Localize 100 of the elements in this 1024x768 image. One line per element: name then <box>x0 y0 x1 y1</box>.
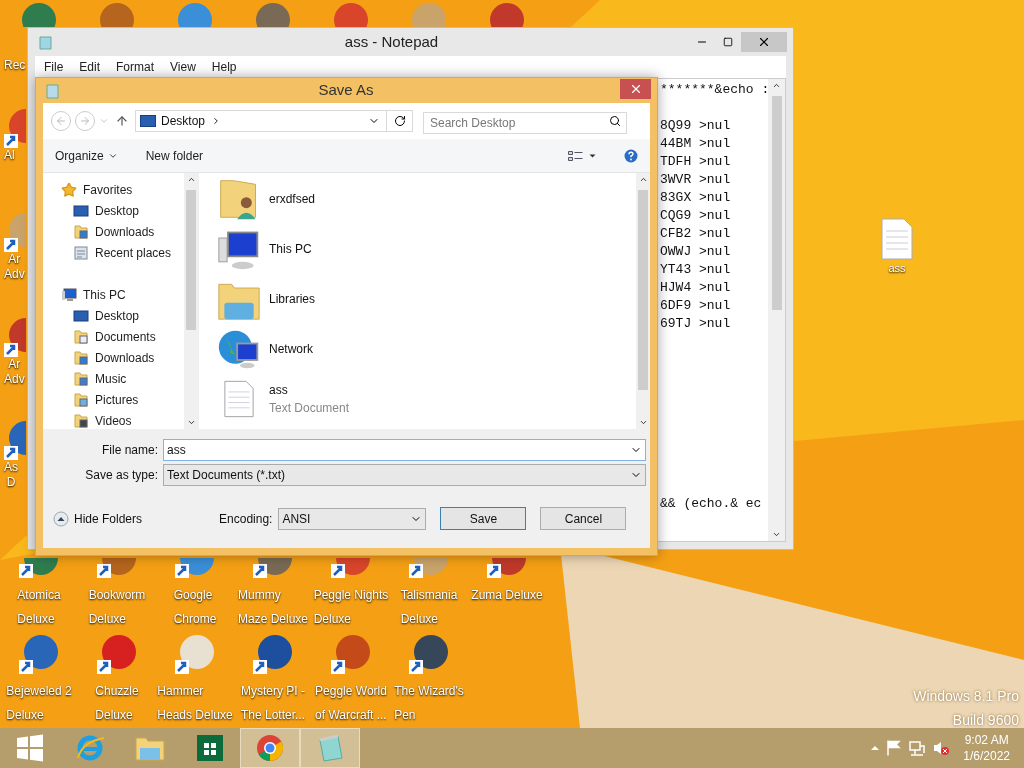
close-icon[interactable] <box>757 35 771 49</box>
file-name-field[interactable]: ass <box>163 438 646 461</box>
app-icon <box>256 3 290 27</box>
network-icon[interactable] <box>909 740 926 756</box>
desktop-icon-label: Peggle Nights Deluxe <box>313 588 389 626</box>
app-shortcut-icon <box>97 558 137 578</box>
app-shortcut-icon <box>175 558 215 578</box>
navigation-tree-item[interactable]: Pictures <box>73 389 139 410</box>
desktop-icon-label: Mummy Maze Deluxe <box>238 588 308 626</box>
address-bar[interactable]: Desktop <box>135 110 413 132</box>
navigation-tree-item[interactable]: This PC <box>61 284 126 305</box>
window-title: ass - Notepad <box>343 31 440 52</box>
field-label: File name: <box>100 441 159 459</box>
recent-places-icon <box>73 244 89 261</box>
close-button[interactable] <box>620 79 651 99</box>
menu-item[interactable]: View <box>163 58 203 76</box>
file-list-item[interactable]: Network <box>217 327 333 371</box>
text-line: CFB2 >nul <box>660 225 731 243</box>
shortcut-arrow-icon <box>4 108 26 148</box>
flag-icon[interactable] <box>887 740 902 756</box>
text-line: 6DF9 >nul <box>660 297 731 315</box>
hide-folders-button[interactable]: Hide Folders <box>53 509 143 528</box>
menu-item[interactable]: File <box>37 58 71 76</box>
navigation-tree-item[interactable]: Favorites <box>61 179 133 200</box>
navigation-tree-item[interactable]: Recent places <box>73 242 172 263</box>
app-shortcut-icon <box>487 558 527 578</box>
navigation-tree-item[interactable]: Downloads <box>73 221 155 242</box>
navigation-tree-item[interactable]: Downloads <box>73 347 155 368</box>
desktop-icon <box>73 204 89 217</box>
vertical-scrollbar[interactable] <box>184 173 198 429</box>
desktop-icon-label: Peggle World of Warcraft ... <box>315 684 387 722</box>
muted-speaker-icon[interactable] <box>933 741 950 755</box>
windows-logo-icon <box>15 733 45 763</box>
shortcut-arrow-icon <box>4 317 26 357</box>
app-icon <box>178 3 212 27</box>
dialog-title: Save As <box>317 80 375 101</box>
search-icon[interactable] <box>609 115 621 127</box>
desktop-icon-label: Zuma Deluxe <box>471 588 543 602</box>
app-shortcut-icon <box>331 634 371 674</box>
taskbar-button[interactable] <box>240 728 300 768</box>
desktop-icon-label: Google Chrome <box>173 588 217 626</box>
desktop-icon <box>73 309 89 322</box>
windows-version-text: Windows 8.1 Pro <box>913 687 1019 706</box>
menu-item[interactable]: Help <box>204 58 244 76</box>
navigation-tree-item[interactable]: Documents <box>73 326 156 347</box>
text-line: 3WVR >nul <box>660 171 731 189</box>
file-list-item[interactable]: ass Text Document <box>217 377 370 421</box>
music-folder-icon <box>73 370 89 387</box>
navigation-tree-item[interactable]: Videos <box>73 410 132 431</box>
save-type-dropdown[interactable]: Text Documents (*.txt) <box>163 463 646 486</box>
app-icon <box>100 3 134 27</box>
navigation-tree-item[interactable]: Desktop <box>73 305 140 326</box>
encoding-dropdown[interactable]: ANSI <box>278 507 427 530</box>
app-icon <box>334 3 368 27</box>
view-options-icon[interactable] <box>568 150 596 161</box>
app-shortcut-icon <box>253 634 293 674</box>
app-icon <box>490 3 524 27</box>
search-field[interactable]: Search Desktop <box>423 112 627 134</box>
text-line: 83GX >nul <box>660 189 731 207</box>
save-button[interactable]: Save <box>440 507 527 530</box>
text-line: TDFH >nul <box>660 153 731 171</box>
text-line: CQG9 >nul <box>660 207 731 225</box>
text-line: YT43 >nul <box>660 261 731 279</box>
desktop-icon-label: Mystery PI - The Lotter... <box>240 684 305 722</box>
file-list-item[interactable]: Libraries <box>217 277 336 321</box>
desktop-icon <box>140 115 156 127</box>
internet-explorer-icon <box>75 733 105 763</box>
documents-folder-icon <box>73 328 89 345</box>
field-label: Save as type: <box>84 466 159 484</box>
text-line: 8Q99 >nul <box>660 117 731 135</box>
navigation-tree-item[interactable]: Desktop <box>73 200 140 221</box>
menu-item[interactable]: Format <box>109 58 162 76</box>
notepad-icon <box>38 34 54 50</box>
text-file-icon <box>881 218 913 260</box>
text-line: *******&echo : <box>660 81 768 99</box>
desktop-icon-label: Atomica Deluxe <box>17 588 61 626</box>
star-icon <box>61 181 77 198</box>
file-list-item[interactable]: This PC <box>217 227 332 271</box>
refresh-icon[interactable] <box>393 115 406 127</box>
show-hidden-icons-caret-icon[interactable] <box>871 746 880 750</box>
app-icon <box>22 3 56 27</box>
windows-version-text: Build 9600 <box>952 711 1019 730</box>
vertical-scrollbar[interactable] <box>768 79 785 541</box>
cancel-button[interactable]: Cancel <box>540 507 627 530</box>
desktop-icon-label: Bookworm Deluxe <box>88 588 146 626</box>
app-shortcut-icon <box>97 634 137 674</box>
desktop-icon-label: The Wizard's Pen <box>394 684 464 722</box>
navigation-tree-item[interactable]: Music <box>73 368 127 389</box>
file-list-item[interactable]: erxdfsed <box>217 177 336 221</box>
organize-menu[interactable]: Organize <box>55 146 118 165</box>
new-folder-button[interactable]: New folder <box>145 146 204 165</box>
desktop-icon-label: ass <box>888 261 906 276</box>
vertical-scrollbar[interactable] <box>636 173 650 429</box>
help-icon[interactable] <box>624 148 638 163</box>
menu-item[interactable]: Edit <box>72 58 108 76</box>
app-shortcut-icon <box>409 558 449 578</box>
maximize-icon[interactable] <box>723 37 733 47</box>
desktop-icon-label: Ar Adv <box>4 357 25 387</box>
app-shortcut-icon <box>331 558 371 578</box>
store-icon <box>195 733 225 763</box>
